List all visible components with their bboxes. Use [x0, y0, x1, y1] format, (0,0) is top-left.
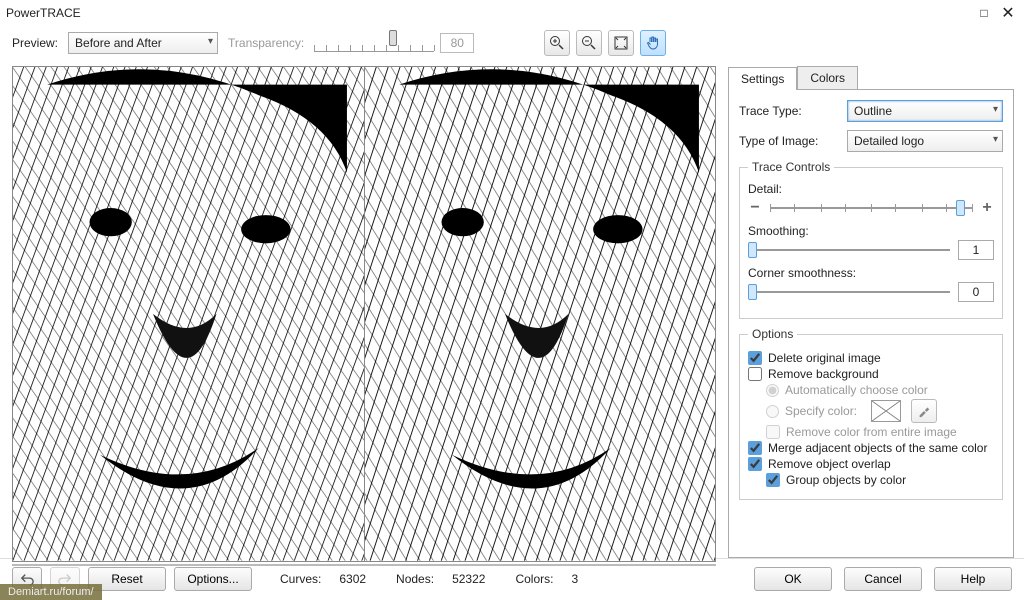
transparency-value[interactable]: 80: [440, 33, 474, 53]
color-swatch: [871, 400, 901, 422]
preview-label: Preview:: [12, 36, 58, 50]
preview-after: [364, 67, 716, 561]
transparency-label: Transparency:: [228, 36, 304, 50]
preview-image[interactable]: [12, 66, 716, 562]
detail-minus-icon[interactable]: −: [748, 199, 762, 217]
image-type-dropdown[interactable]: Detailed logo: [847, 130, 1003, 152]
ok-button[interactable]: OK: [754, 567, 832, 591]
fit-icon[interactable]: [608, 30, 634, 56]
close-icon[interactable]: ✕: [998, 5, 1018, 21]
corner-value[interactable]: 0: [958, 282, 994, 302]
help-button[interactable]: Help: [934, 567, 1012, 591]
transparency-slider[interactable]: 80: [314, 33, 474, 53]
auto-color-radio: Automatically choose color: [766, 383, 994, 397]
watermark: Demiart.ru/forum/: [0, 584, 102, 600]
preview-area: [0, 60, 722, 558]
detail-slider[interactable]: [770, 198, 972, 218]
remove-entire-checkbox: Remove color from entire image: [766, 425, 994, 439]
corner-label: Corner smoothness:: [748, 266, 994, 280]
preview-scrollbar[interactable]: [12, 564, 716, 566]
side-panel: Settings Colors Trace Type: Outline Type…: [722, 60, 1024, 558]
corner-slider[interactable]: [748, 282, 950, 302]
detail-label: Detail:: [748, 182, 994, 196]
tab-settings[interactable]: Settings: [728, 67, 797, 90]
window-title: PowerTRACE: [6, 6, 970, 20]
specify-color-radio: Specify color:: [766, 399, 994, 423]
stats: Curves:6302 Nodes:52322 Colors:3: [280, 572, 746, 586]
preview-dropdown[interactable]: Before and After: [68, 32, 218, 54]
trace-controls-group: Trace Controls Detail: − + Smoothing:: [739, 160, 1003, 319]
group-by-color-checkbox[interactable]: Group objects by color: [766, 473, 994, 487]
title-bar: PowerTRACE □ ✕: [0, 0, 1024, 26]
maximize-icon[interactable]: □: [974, 5, 994, 21]
smoothing-value[interactable]: 1: [958, 240, 994, 260]
image-type-label: Type of Image:: [739, 134, 839, 148]
delete-original-checkbox[interactable]: Delete original image: [748, 351, 994, 365]
pan-icon[interactable]: [640, 30, 666, 56]
preview-before: [13, 67, 364, 561]
detail-plus-icon[interactable]: +: [980, 199, 994, 217]
cancel-button[interactable]: Cancel: [844, 567, 922, 591]
options-group: Options Delete original image Remove bac…: [739, 327, 1003, 500]
zoom-out-icon[interactable]: [576, 30, 602, 56]
smoothing-slider[interactable]: [748, 240, 950, 260]
zoom-in-icon[interactable]: [544, 30, 570, 56]
smoothing-label: Smoothing:: [748, 224, 994, 238]
remove-overlap-checkbox[interactable]: Remove object overlap: [748, 457, 994, 471]
options-button[interactable]: Options...: [174, 567, 252, 591]
tab-colors[interactable]: Colors: [797, 66, 858, 89]
trace-type-label: Trace Type:: [739, 104, 839, 118]
eyedropper-icon: [911, 399, 937, 423]
merge-adjacent-checkbox[interactable]: Merge adjacent objects of the same color: [748, 441, 994, 455]
toolbar: Preview: Before and After Transparency: …: [0, 26, 1024, 60]
remove-background-checkbox[interactable]: Remove background: [748, 367, 994, 381]
trace-type-dropdown[interactable]: Outline: [847, 100, 1003, 122]
